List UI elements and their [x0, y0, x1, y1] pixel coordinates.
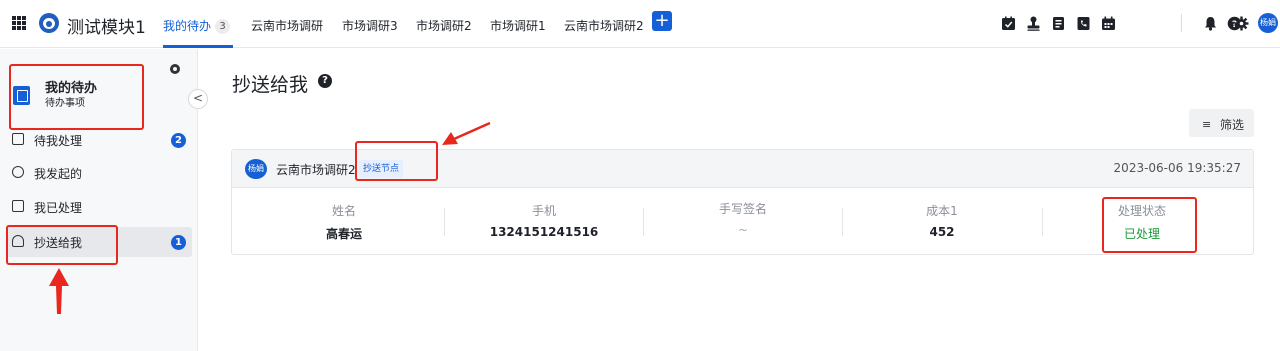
highlight-box-cc-item	[6, 225, 118, 265]
filter-icon: ≡	[1202, 118, 1212, 131]
add-tab-button[interactable]: +	[652, 11, 672, 31]
field-label: 成本1	[926, 204, 958, 218]
app-logo	[39, 13, 59, 33]
filter-label: 筛选	[1220, 118, 1245, 132]
bell-icon[interactable]	[1203, 16, 1218, 31]
active-tab-indicator	[163, 45, 233, 48]
sidebar-collapse-button[interactable]: <	[188, 89, 208, 109]
field-label: 手机	[531, 204, 556, 218]
toolbar-divider	[1181, 14, 1182, 32]
tab-survey-1[interactable]: 市场调研1	[490, 17, 546, 34]
tab-yunnan-survey[interactable]: 云南市场调研	[251, 17, 323, 34]
sidebar-item-processed[interactable]: 我已处理	[6, 192, 192, 222]
arrow-diagonal-annotation	[442, 121, 491, 145]
tab-yunnan-survey-2[interactable]: 云南市场调研2	[564, 17, 644, 34]
stamp-icon[interactable]	[1026, 16, 1041, 31]
user-avatar[interactable]: 杨娟	[1258, 13, 1278, 33]
send-icon	[12, 166, 24, 178]
sidebar-settings-icon[interactable]	[170, 64, 180, 74]
field-name: 姓名 高春运	[244, 202, 444, 242]
sidebar-item-label: 我发起的	[34, 167, 83, 181]
highlight-box-node-tag	[355, 141, 438, 181]
filter-button[interactable]: ≡ 筛选	[1189, 109, 1254, 137]
field-value: 13241512415​16	[489, 225, 599, 239]
arrow-up-annotation	[49, 268, 69, 314]
sidebar-item-badge: 1	[171, 235, 186, 250]
settings-gear-icon[interactable]	[1234, 16, 1249, 31]
field-label: 姓名	[331, 204, 356, 218]
sidebar-item-label: 待我处理	[34, 134, 83, 148]
sidebar-item-label: 我已处理	[34, 201, 83, 215]
tab-count-badge: 3	[215, 19, 231, 34]
top-bar: 测试模块1 我的待办 3 云南市场调研 市场调研3 市场调研2 市场调研1 云南市…	[0, 0, 1280, 48]
field-signature: 手写签名 ~	[643, 200, 843, 237]
submitter-avatar: 杨娟	[245, 159, 267, 179]
inbox-icon	[12, 133, 24, 145]
document-icon[interactable]	[1051, 16, 1066, 31]
highlight-box-sidebar-header	[9, 64, 144, 130]
highlight-box-status	[1102, 197, 1197, 253]
field-phone: 手机 13241512415​16	[444, 202, 644, 239]
field-cost: 成本1 452	[842, 202, 1042, 239]
tab-my-todo[interactable]: 我的待办 3	[163, 17, 231, 34]
field-value: ~	[737, 223, 749, 237]
sidebar-item-badge: 2	[171, 133, 186, 148]
apps-grid-icon[interactable]	[12, 16, 26, 30]
field-label: 手写签名	[718, 202, 767, 216]
page-help-icon[interactable]: ?	[318, 74, 332, 88]
phone-book-icon[interactable]	[1076, 16, 1091, 31]
field-value: 高春运	[325, 227, 362, 241]
submitted-time: 2023-06-06 19:35:27	[1113, 161, 1241, 175]
sidebar-item-initiated[interactable]: 我发起的	[6, 158, 192, 188]
tab-survey-2[interactable]: 市场调研2	[416, 17, 472, 34]
page-title: 抄送给我	[232, 74, 309, 96]
done-list-icon	[12, 200, 24, 212]
form-name: 云南市场调研2	[276, 163, 356, 177]
tab-label: 我的待办	[163, 19, 212, 33]
field-value: 452	[929, 225, 955, 239]
tab-survey-3[interactable]: 市场调研3	[342, 17, 398, 34]
app-title: 测试模块1	[67, 18, 146, 38]
checklist-icon[interactable]	[1001, 16, 1016, 31]
calendar-icon[interactable]	[1101, 16, 1116, 31]
